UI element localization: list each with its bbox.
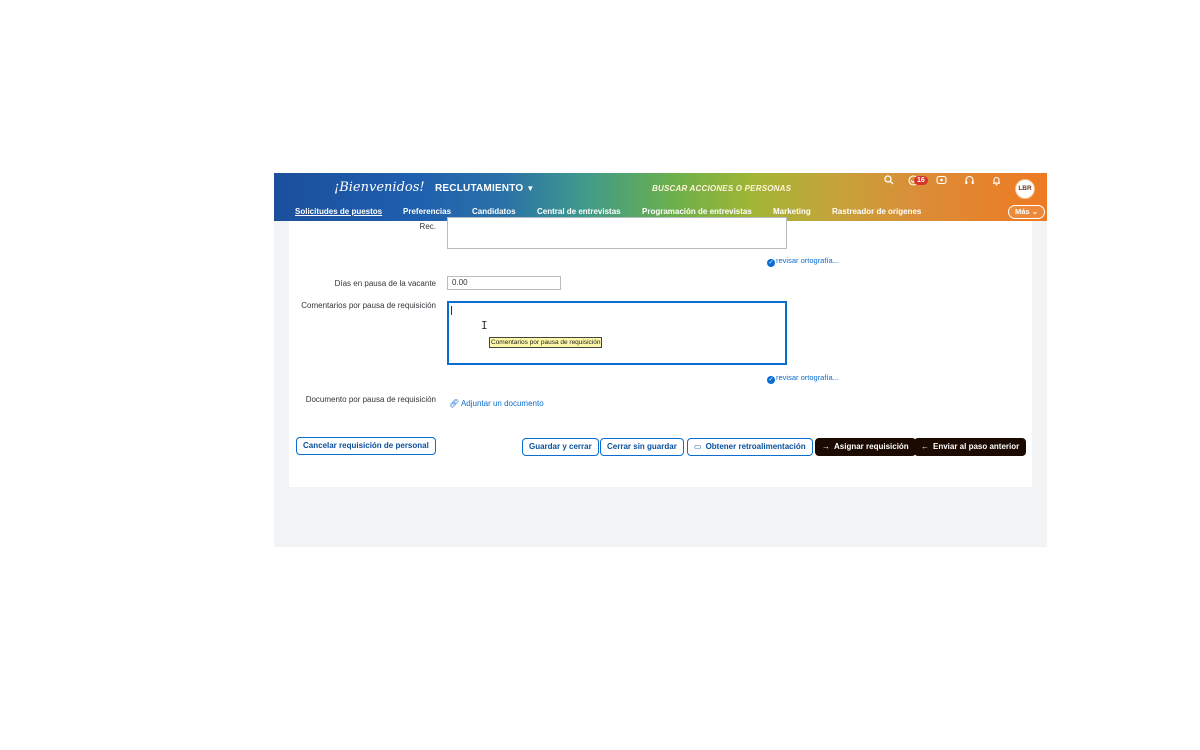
pause-comments-label: Comentarios por pausa de requisición: [301, 301, 436, 310]
chat-icon[interactable]: [934, 175, 948, 189]
tab-programacion-entrevistas[interactable]: Programación de entrevistas: [642, 207, 752, 216]
feedback-button[interactable]: ▭ Obtener retroalimentación: [687, 438, 813, 456]
pause-document-label: Documento por pausa de requisición: [305, 395, 436, 404]
pause-days-input[interactable]: 0.00: [447, 276, 561, 290]
tab-central-entrevistas[interactable]: Central de entrevistas: [537, 207, 621, 216]
more-menu-button[interactable]: Más ⌄: [1008, 205, 1045, 219]
send-back-button[interactable]: ← Enviar al paso anterior: [914, 438, 1027, 456]
feedback-label: Obtener retroalimentación: [705, 442, 806, 451]
spell-check-link[interactable]: ✓ revisar ortografía...: [767, 256, 839, 267]
feedback-icon: ▭: [694, 442, 702, 451]
tab-candidatos[interactable]: Candidatos: [472, 207, 516, 216]
module-switcher[interactable]: RECLUTAMIENTO ▼: [435, 183, 534, 194]
bell-icon[interactable]: [989, 175, 1003, 189]
assign-label: Asignar requisición: [834, 442, 909, 451]
more-label: Más: [1015, 207, 1030, 216]
close-without-save-button[interactable]: Cerrar sin guardar: [600, 438, 684, 456]
spell-check-label: revisar ortografía...: [776, 373, 839, 382]
form-panel: Rec. ✓ revisar ortografía... Días en paus…: [289, 217, 1032, 487]
spell-check-link[interactable]: ✓ revisar ortografía...: [767, 373, 839, 384]
paperclip-icon: 🔗︎: [449, 399, 460, 408]
arrow-left-icon: ←: [921, 442, 929, 451]
tab-solicitudes[interactable]: Solicitudes de puestos: [295, 207, 382, 216]
chevron-down-icon: ▼: [526, 184, 535, 193]
avatar[interactable]: LBR: [1015, 179, 1035, 199]
attach-document-link[interactable]: 🔗︎ Adjuntar un documento: [449, 399, 544, 408]
global-search-input[interactable]: BUSCAR ACCIONES O PERSONAS: [652, 184, 791, 193]
chevron-down-icon: ⌄: [1031, 207, 1038, 216]
save-close-button[interactable]: Guardar y cerrar: [522, 438, 599, 456]
send-back-label: Enviar al paso anterior: [933, 442, 1020, 451]
app-window: ¡Bienvenidos! RECLUTAMIENTO ▼ BUSCAR ACCI…: [274, 173, 1047, 547]
check-circle-icon: ✓: [767, 376, 775, 384]
company-logo[interactable]: ¡Bienvenidos!: [334, 180, 425, 195]
spell-check-label: revisar ortografía...: [776, 256, 839, 265]
help-icon[interactable]: [962, 175, 976, 189]
field-tooltip: Comentarios por pausa de requisición: [489, 337, 603, 348]
rec-field-label: Rec.: [419, 222, 436, 231]
pause-comments-textarea[interactable]: [447, 301, 787, 365]
pause-days-label: Días en pausa de la vacante: [334, 279, 436, 288]
ibeam-cursor-icon: I: [481, 319, 488, 332]
check-circle-icon: ✓: [767, 259, 775, 267]
assign-requisition-button[interactable]: → Asignar requisición: [815, 438, 916, 456]
shell-header: ¡Bienvenidos! RECLUTAMIENTO ▼ BUSCAR ACCI…: [274, 173, 1047, 221]
rec-textarea[interactable]: [447, 217, 787, 249]
search-icon[interactable]: [882, 175, 896, 189]
text-caret: [451, 306, 452, 315]
notification-badge: 16: [914, 176, 928, 185]
module-label: RECLUTAMIENTO: [435, 183, 524, 194]
cancel-requisition-button[interactable]: Cancelar requisición de personal: [296, 437, 436, 455]
tab-rastreador-origenes[interactable]: Rastreador de orígenes: [832, 207, 921, 216]
attach-document-label: Adjuntar un documento: [460, 399, 544, 408]
tab-marketing[interactable]: Marketing: [773, 207, 811, 216]
tab-preferencias[interactable]: Preferencias: [403, 207, 451, 216]
arrow-right-icon: →: [822, 442, 830, 451]
